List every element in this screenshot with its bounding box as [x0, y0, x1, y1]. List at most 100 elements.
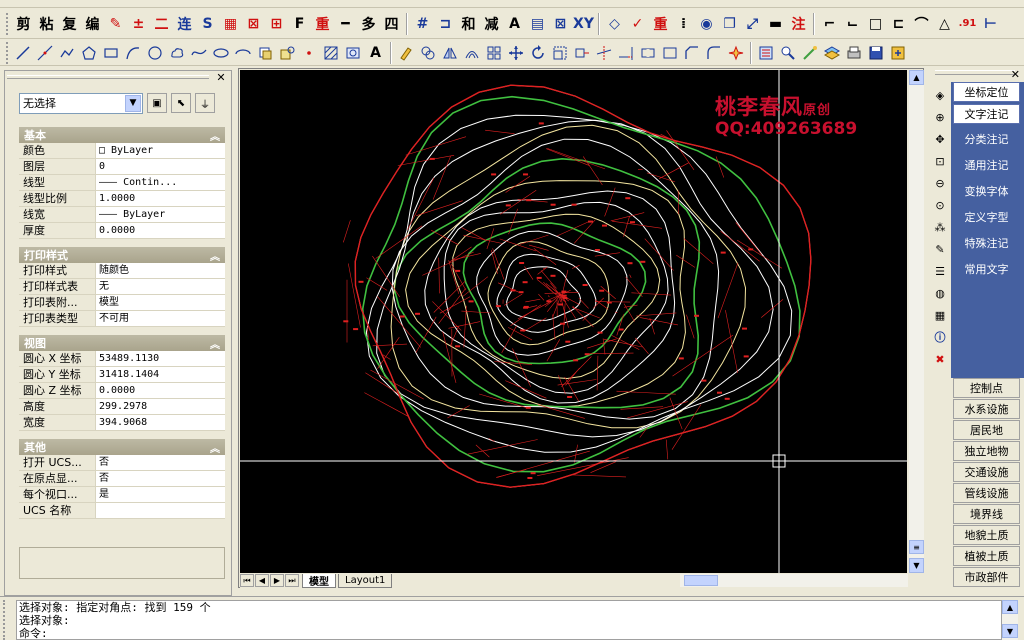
menu-special-annotation[interactable]: 特殊注记	[953, 233, 1020, 253]
category-boundary[interactable]: 境界线	[953, 504, 1020, 524]
cross-icon[interactable]: ±	[128, 13, 149, 35]
zoom-window-icon[interactable]: ⊡	[931, 152, 949, 170]
group-header[interactable]: 基本 ︽	[19, 127, 225, 143]
property-value[interactable]: 否	[95, 455, 225, 470]
copy-doc-icon[interactable]: ❐	[719, 13, 740, 35]
category-pipeline[interactable]: 管线设施	[953, 483, 1020, 503]
line-icon[interactable]	[13, 43, 33, 63]
explode-icon[interactable]	[726, 43, 746, 63]
scroll-down-icon[interactable]: ▼	[909, 558, 924, 573]
property-row[interactable]: 打印样式表无	[19, 279, 225, 295]
subtract-button[interactable]: 减	[481, 13, 502, 35]
group-header[interactable]: 视图 ︽	[19, 335, 225, 351]
cut-button[interactable]: 剪	[13, 13, 34, 35]
menu-common-text[interactable]: 常用文字	[953, 259, 1020, 279]
rectangle-icon[interactable]	[101, 43, 121, 63]
category-independent-feature[interactable]: 独立地物	[953, 441, 1020, 461]
last-tab-icon[interactable]: ⏭	[285, 574, 299, 587]
property-row[interactable]: UCS 名称	[19, 503, 225, 519]
property-row[interactable]: 圆心 X 坐标 53489.1130	[19, 351, 225, 367]
info-icon[interactable]: ⓘ	[931, 328, 949, 346]
property-row[interactable]: 高度 299.2978	[19, 399, 225, 415]
property-value[interactable]: ——— Contin...	[95, 175, 225, 190]
circle-icon[interactable]	[145, 43, 165, 63]
ellipse-icon[interactable]	[211, 43, 231, 63]
category-vegetation-soil[interactable]: 植被土质	[953, 546, 1020, 566]
mirror-icon[interactable]	[440, 43, 460, 63]
redo-button[interactable]: 重	[312, 13, 333, 35]
category-landform-soil[interactable]: 地貌土质	[953, 525, 1020, 545]
scale-icon[interactable]	[550, 43, 570, 63]
fy-icon[interactable]: F	[289, 13, 310, 35]
multiline-text-button[interactable]: A	[365, 42, 386, 64]
property-value[interactable]	[95, 503, 225, 518]
text-a-button[interactable]: A	[504, 13, 525, 35]
horizontal-scrollbar[interactable]	[680, 574, 908, 587]
select-objects-button[interactable]: ⬉	[171, 93, 191, 113]
category-transport[interactable]: 交通设施	[953, 462, 1020, 482]
property-row[interactable]: 圆心 Z 坐标 0.0000	[19, 383, 225, 399]
four-button[interactable]: 四	[381, 13, 402, 35]
union-button[interactable]: 和	[458, 13, 479, 35]
menu-change-font[interactable]: 变换字体	[953, 181, 1020, 201]
zoom-out-icon[interactable]: ⊖	[931, 174, 949, 192]
prev-tab-icon[interactable]: ◀	[255, 574, 269, 587]
scroll-thumb[interactable]	[684, 575, 718, 586]
array-icon[interactable]	[484, 43, 504, 63]
collapse-icon[interactable]: ︽	[210, 248, 220, 263]
property-value[interactable]: 是	[95, 487, 225, 502]
dash-icon[interactable]: ━	[335, 13, 356, 35]
move-icon[interactable]	[506, 43, 526, 63]
close-icon[interactable]: ✕	[1011, 68, 1020, 81]
extend-icon[interactable]	[616, 43, 636, 63]
category-municipal-parts[interactable]: 市政部件	[953, 567, 1020, 587]
erase-icon[interactable]	[396, 43, 416, 63]
collapse-icon[interactable]: ︽	[210, 336, 220, 351]
category-residential[interactable]: 居民地	[953, 420, 1020, 440]
property-value[interactable]: 31418.1404	[95, 367, 225, 382]
layer-tool-icon[interactable]	[822, 43, 842, 63]
multi-button[interactable]: 多	[358, 13, 379, 35]
command-history[interactable]: 选择对象: 指定对角点: 找到 159 个 选择对象: 命令:	[16, 600, 1002, 640]
pan-icon[interactable]: ✥	[931, 130, 949, 148]
paste-button[interactable]: 粘	[36, 13, 57, 35]
layers-stack-icon[interactable]: ☰	[931, 262, 949, 280]
region-icon[interactable]	[343, 43, 363, 63]
copy-button[interactable]: 复	[59, 13, 80, 35]
panel-grip[interactable]	[935, 70, 1015, 75]
zoom-extents-icon[interactable]: ⊙	[931, 196, 949, 214]
matrix-icon[interactable]: ▤	[527, 13, 548, 35]
property-row[interactable]: 打印样式 随颜色	[19, 263, 225, 279]
property-value[interactable]: 53489.1130	[95, 351, 225, 366]
join-icon[interactable]	[660, 43, 680, 63]
property-value[interactable]: 0	[95, 159, 225, 174]
palette-grip[interactable]	[7, 75, 209, 79]
next-tab-icon[interactable]: ▶	[270, 574, 284, 587]
trim-icon[interactable]	[594, 43, 614, 63]
tab-layout1[interactable]: Layout1	[338, 573, 393, 588]
scroll-up-icon[interactable]: ▲	[1002, 600, 1018, 614]
property-row[interactable]: 图层 0	[19, 159, 225, 175]
x-grid-icon[interactable]: ⊠	[550, 13, 571, 35]
spline-icon[interactable]	[189, 43, 209, 63]
property-row[interactable]: 线宽 ——— ByLayer	[19, 207, 225, 223]
offset-icon[interactable]	[462, 43, 482, 63]
selection-dropdown[interactable]: 无选择 ▼	[19, 92, 143, 114]
property-value[interactable]: □ ByLayer	[95, 143, 225, 158]
property-row[interactable]: 宽度 394.9068	[19, 415, 225, 431]
vector-icon[interactable]: ⤢	[742, 13, 763, 35]
scroll-thumb[interactable]: ≡	[909, 540, 924, 554]
stretch-icon[interactable]	[572, 43, 592, 63]
property-row[interactable]: 在原点显... 否	[19, 471, 225, 487]
group-header[interactable]: 其他 ︽	[19, 439, 225, 455]
property-row[interactable]: 线型 ——— Contin...	[19, 175, 225, 191]
menu-classified-annotation[interactable]: 分类注记	[953, 129, 1020, 149]
property-row[interactable]: 圆心 Y 坐标 31418.1404	[19, 367, 225, 383]
property-value[interactable]: 0.0000	[95, 383, 225, 398]
hatch-draw-icon[interactable]	[321, 43, 341, 63]
tag-icon[interactable]: ◇	[604, 13, 625, 35]
corner-alt-icon[interactable]: ⌙	[842, 13, 863, 35]
toolbar-grip[interactable]	[6, 12, 10, 35]
magic-wand-icon[interactable]	[800, 43, 820, 63]
tab-model[interactable]: 模型	[302, 573, 336, 588]
